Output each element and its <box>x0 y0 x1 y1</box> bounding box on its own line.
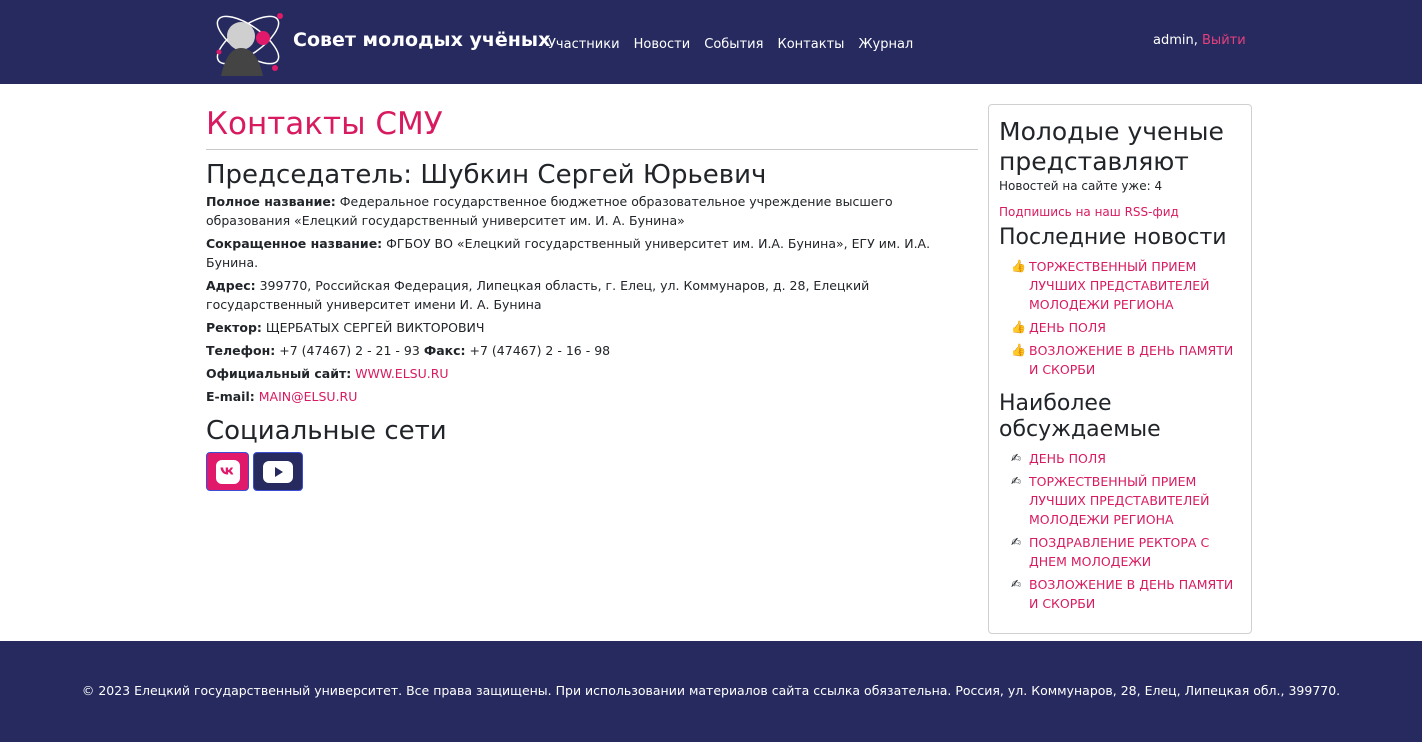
news-link[interactable]: ВОЗЛОЖЕНИЕ В ДЕНЬ ПАМЯТИ И СКОРБИ <box>1029 575 1241 613</box>
vk-button[interactable] <box>206 452 249 491</box>
field-email: E-mail: MAIN@ELSU.RU <box>206 389 358 404</box>
footer: © 2023 Елецкий государственный университ… <box>0 641 1422 742</box>
footer-text: © 2023 Елецкий государственный университ… <box>81 683 1341 698</box>
news-link[interactable]: ВОЗЛОЖЕНИЕ В ДЕНЬ ПАМЯТИ И СКОРБИ <box>1029 341 1241 379</box>
news-link[interactable]: ПОЗДРАВЛЕНИЕ РЕКТОРА С ДНЕМ МОЛОДЕЖИ <box>1029 533 1241 571</box>
username: admin, <box>1153 33 1198 48</box>
social-heading: Социальные сети <box>206 416 447 446</box>
nav-events[interactable]: События <box>704 37 763 52</box>
social-links <box>206 452 978 491</box>
latest-news-list: 👍 ТОРЖЕСТВЕННЫЙ ПРИЕМ ЛУЧШИХ ПРЕДСТАВИТЕЛ… <box>999 257 1241 379</box>
sidebar-title: Молодые ученые представляют <box>999 117 1224 176</box>
nav-journal[interactable]: Журнал <box>859 37 914 52</box>
site-brand[interactable]: Совет молодых учёных <box>293 29 550 51</box>
divider <box>206 149 978 150</box>
vk-icon <box>215 459 240 484</box>
youtube-icon <box>263 460 293 483</box>
field-site: Официальный сайт: WWW.ELSU.RU <box>206 366 449 381</box>
field-full-name: Полное название: Федеральное государстве… <box>206 194 893 228</box>
list-item: ✍ ТОРЖЕСТВЕННЫЙ ПРИЕМ ЛУЧШИХ ПРЕДСТАВИТЕЛ… <box>1011 472 1241 529</box>
field-phone-fax: Телефон: +7 (47467) 2 - 21 - 93 Факс: +7… <box>206 343 611 358</box>
field-rector: Ректор: ЩЕРБАТЫХ СЕРГЕЙ ВИКТОРОВИЧ <box>206 320 485 335</box>
thumbs-up-icon: 👍 <box>1011 259 1026 273</box>
news-link[interactable]: ТОРЖЕСТВЕННЫЙ ПРИЕМ ЛУЧШИХ ПРЕДСТАВИТЕЛЕ… <box>1029 472 1241 529</box>
list-item: ✍ ПОЗДРАВЛЕНИЕ РЕКТОРА С ДНЕМ МОЛОДЕЖИ <box>1011 533 1241 571</box>
main-content: Контакты СМУ Председатель: Шубкин Сергей… <box>206 104 978 491</box>
writing-hand-icon: ✍ <box>1011 474 1022 488</box>
list-item: 👍 ВОЗЛОЖЕНИЕ В ДЕНЬ ПАМЯТИ И СКОРБИ <box>1011 341 1241 379</box>
latest-news-heading: Последние новости <box>999 225 1227 250</box>
chairman-heading: Председатель: Шубкин Сергей Юрьевич <box>206 160 767 190</box>
contact-info: Полное название: Федеральное государстве… <box>206 192 978 406</box>
nav-participants[interactable]: Участники <box>548 37 620 52</box>
thumbs-up-icon: 👍 <box>1011 343 1026 357</box>
email-link[interactable]: MAIN@ELSU.RU <box>259 389 358 404</box>
top-navbar: Совет молодых учёных Участники Новости С… <box>0 0 1422 84</box>
user-box: admin, Выйти <box>1153 33 1246 48</box>
list-item: 👍 ТОРЖЕСТВЕННЫЙ ПРИЕМ ЛУЧШИХ ПРЕДСТАВИТЕЛ… <box>1011 257 1241 314</box>
list-item: ✍ ДЕНЬ ПОЛЯ <box>1011 449 1241 468</box>
most-discussed-list: ✍ ДЕНЬ ПОЛЯ ✍ ТОРЖЕСТВЕННЫЙ ПРИЕМ ЛУЧШИХ П… <box>999 449 1241 613</box>
page-title: Контакты СМУ <box>206 106 443 142</box>
site-link[interactable]: WWW.ELSU.RU <box>355 366 448 381</box>
youtube-button[interactable] <box>253 452 303 491</box>
thumbs-up-icon: 👍 <box>1011 320 1026 334</box>
news-count: Новостей на сайте уже: 4 <box>999 179 1163 193</box>
field-address: Адрес: 399770, Российская Федерация, Лип… <box>206 278 870 312</box>
news-link[interactable]: ТОРЖЕСТВЕННЫЙ ПРИЕМ ЛУЧШИХ ПРЕДСТАВИТЕЛЕ… <box>1029 257 1241 314</box>
sidebar: Молодые ученые представляют Новостей на … <box>988 104 1252 634</box>
nav-contacts[interactable]: Контакты <box>778 37 845 52</box>
writing-hand-icon: ✍ <box>1011 577 1022 591</box>
nav-news[interactable]: Новости <box>634 37 691 52</box>
rss-link[interactable]: Подпишись на наш RSS-фид <box>999 205 1241 219</box>
list-item: 👍 ДЕНЬ ПОЛЯ <box>1011 318 1241 337</box>
news-link[interactable]: ДЕНЬ ПОЛЯ <box>1029 449 1106 468</box>
writing-hand-icon: ✍ <box>1011 451 1022 465</box>
news-link[interactable]: ДЕНЬ ПОЛЯ <box>1029 318 1106 337</box>
field-short-name: Сокращенное название: ФГБОУ ВО «Елецкий … <box>206 236 931 270</box>
writing-hand-icon: ✍ <box>1011 535 1022 549</box>
main-nav: Участники Новости События Контакты Журна… <box>548 33 922 52</box>
logout-link[interactable]: Выйти <box>1202 33 1246 48</box>
logo-icon[interactable] <box>207 2 289 78</box>
most-discussed-heading: Наиболее обсуждаемые <box>999 391 1161 442</box>
list-item: ✍ ВОЗЛОЖЕНИЕ В ДЕНЬ ПАМЯТИ И СКОРБИ <box>1011 575 1241 613</box>
